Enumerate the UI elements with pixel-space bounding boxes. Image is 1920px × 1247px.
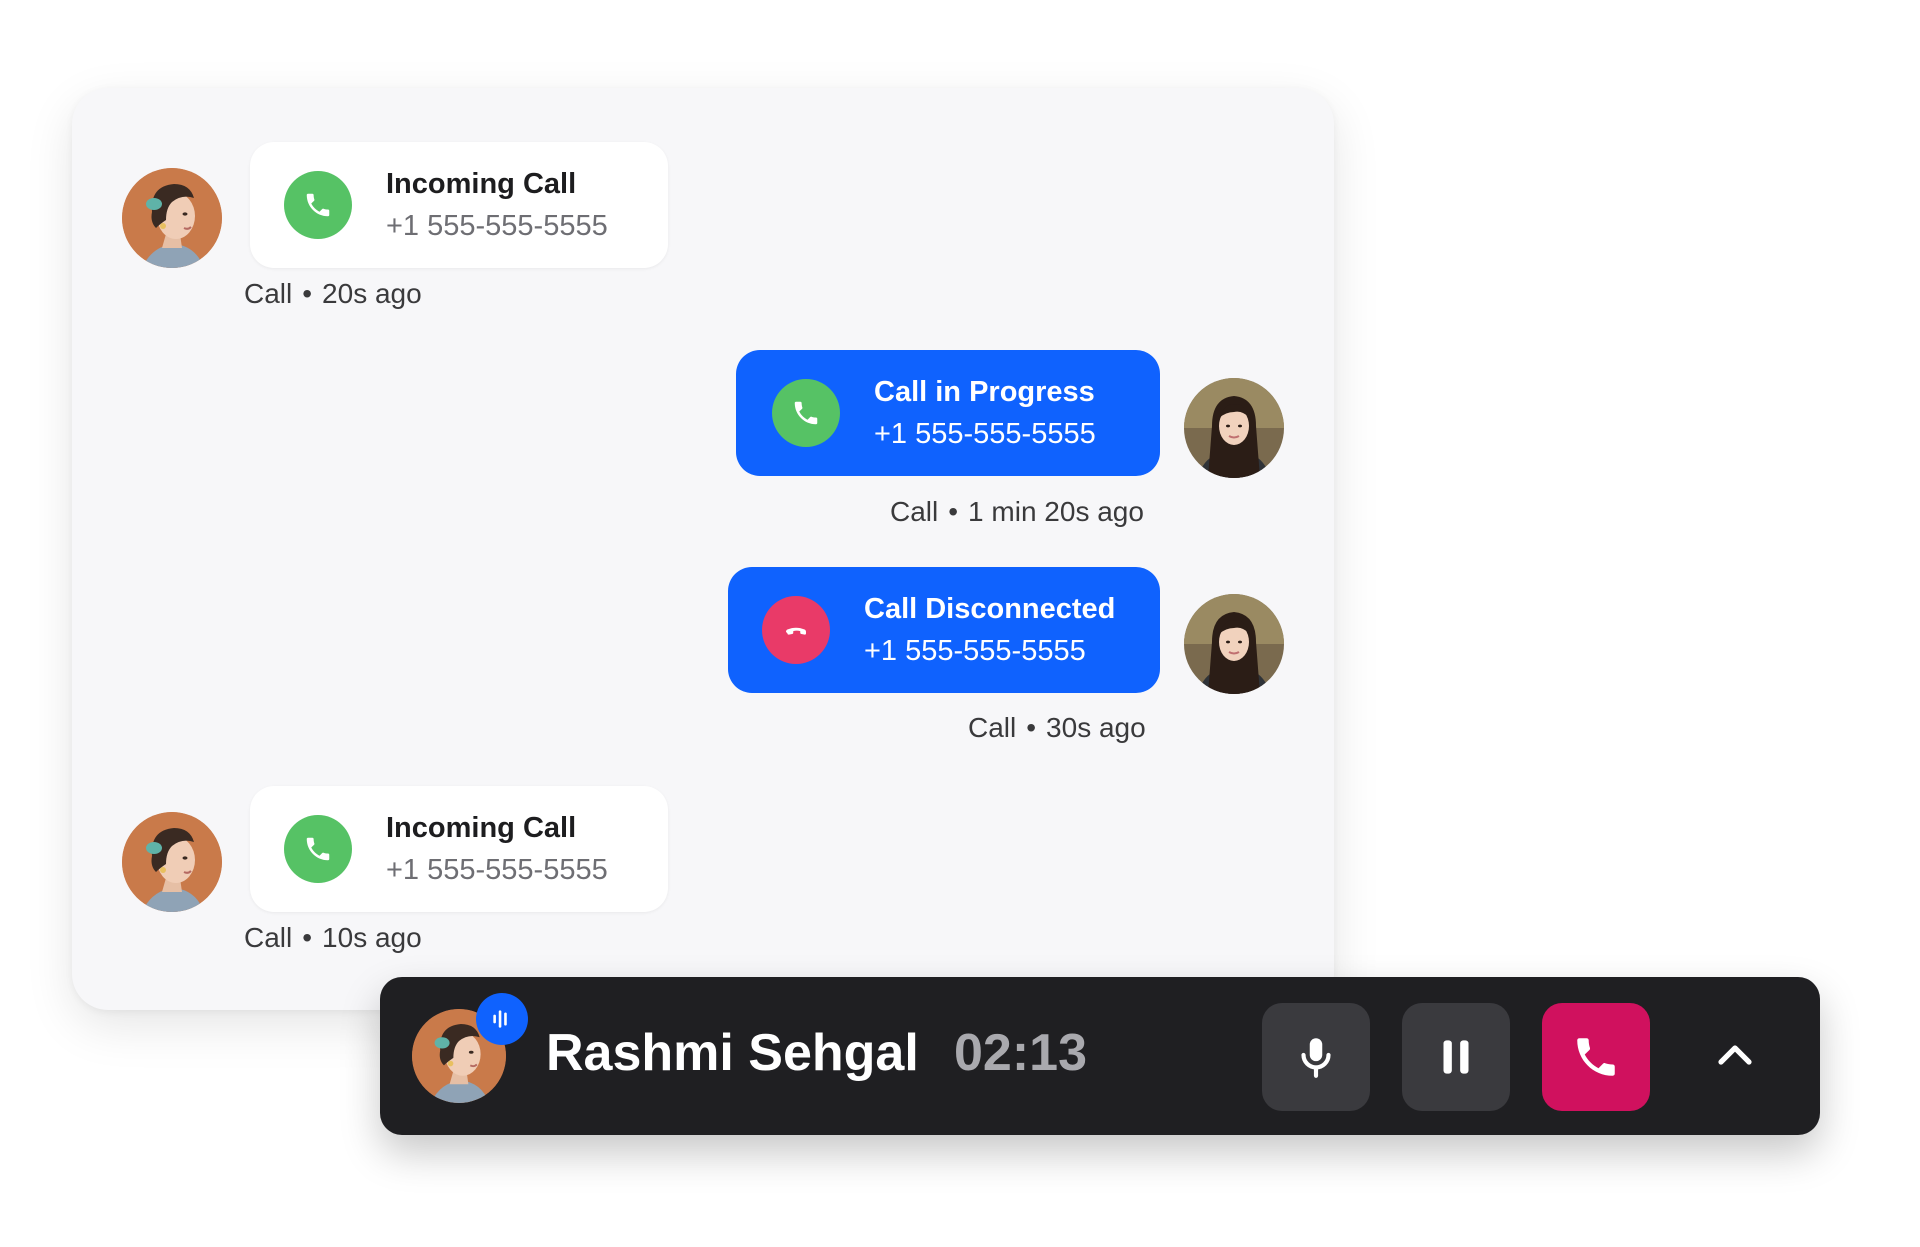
phone-number: +1 555-555-5555 [386, 854, 608, 886]
message-meta: Call • 30s ago [968, 712, 1146, 744]
phone-number: +1 555-555-5555 [386, 210, 608, 242]
message-meta: Call • 1 min 20s ago [890, 496, 1144, 528]
meta-separator: • [948, 496, 959, 527]
active-call-bar: Rashmi Sehgal 02:13 [380, 977, 1820, 1135]
phone-icon [284, 815, 352, 883]
outgoing-call-bubble[interactable]: Call Disconnected +1 555-555-5555 [728, 567, 1160, 693]
incoming-call-bubble[interactable]: Incoming Call +1 555-555-5555 [250, 142, 668, 268]
phone-icon [284, 171, 352, 239]
meta-time: 1 min 20s ago [968, 496, 1144, 527]
phone-number: +1 555-555-5555 [874, 418, 1096, 450]
microphone-icon [1301, 1038, 1331, 1078]
user-avatar[interactable] [1184, 594, 1284, 694]
meta-separator: • [302, 922, 313, 953]
caller-name: Rashmi Sehgal [546, 1024, 919, 1082]
meta-separator: • [302, 278, 313, 309]
meta-separator: • [1026, 712, 1037, 743]
outgoing-call-bubble[interactable]: Call in Progress +1 555-555-5555 [736, 350, 1160, 476]
audio-wave-icon [476, 993, 528, 1045]
call-history-panel: Incoming Call +1 555-555-5555 Call • 20s a… [72, 88, 1334, 1010]
call-status-title: Incoming Call [386, 168, 577, 200]
user-avatar[interactable] [1184, 378, 1284, 478]
meta-time: 10s ago [322, 922, 422, 953]
call-status-title: Incoming Call [386, 812, 577, 844]
mute-button[interactable] [1262, 1003, 1370, 1111]
pause-icon [1443, 1040, 1469, 1074]
meta-type: Call [968, 712, 1017, 743]
call-status-title: Call in Progress [874, 376, 1095, 408]
phone-icon [772, 379, 840, 447]
message-meta: Call • 10s ago [244, 922, 422, 954]
meta-type: Call [244, 278, 293, 309]
incoming-call-bubble[interactable]: Incoming Call +1 555-555-5555 [250, 786, 668, 912]
call-timer: 02:13 [954, 1024, 1087, 1082]
contact-avatar[interactable] [122, 812, 222, 912]
chevron-up-icon [1718, 1045, 1752, 1065]
expand-button[interactable] [1700, 1021, 1770, 1091]
call-status-title: Call Disconnected [864, 593, 1116, 625]
hang-up-icon [762, 596, 830, 664]
meta-type: Call [244, 922, 293, 953]
meta-type: Call [890, 496, 939, 527]
meta-time: 30s ago [1046, 712, 1146, 743]
end-call-button[interactable] [1542, 1003, 1650, 1111]
end-call-icon [1571, 1032, 1621, 1082]
hold-button[interactable] [1402, 1003, 1510, 1111]
contact-avatar[interactable] [122, 168, 222, 268]
phone-number: +1 555-555-5555 [864, 635, 1086, 667]
message-meta: Call • 20s ago [244, 278, 422, 310]
meta-time: 20s ago [322, 278, 422, 309]
